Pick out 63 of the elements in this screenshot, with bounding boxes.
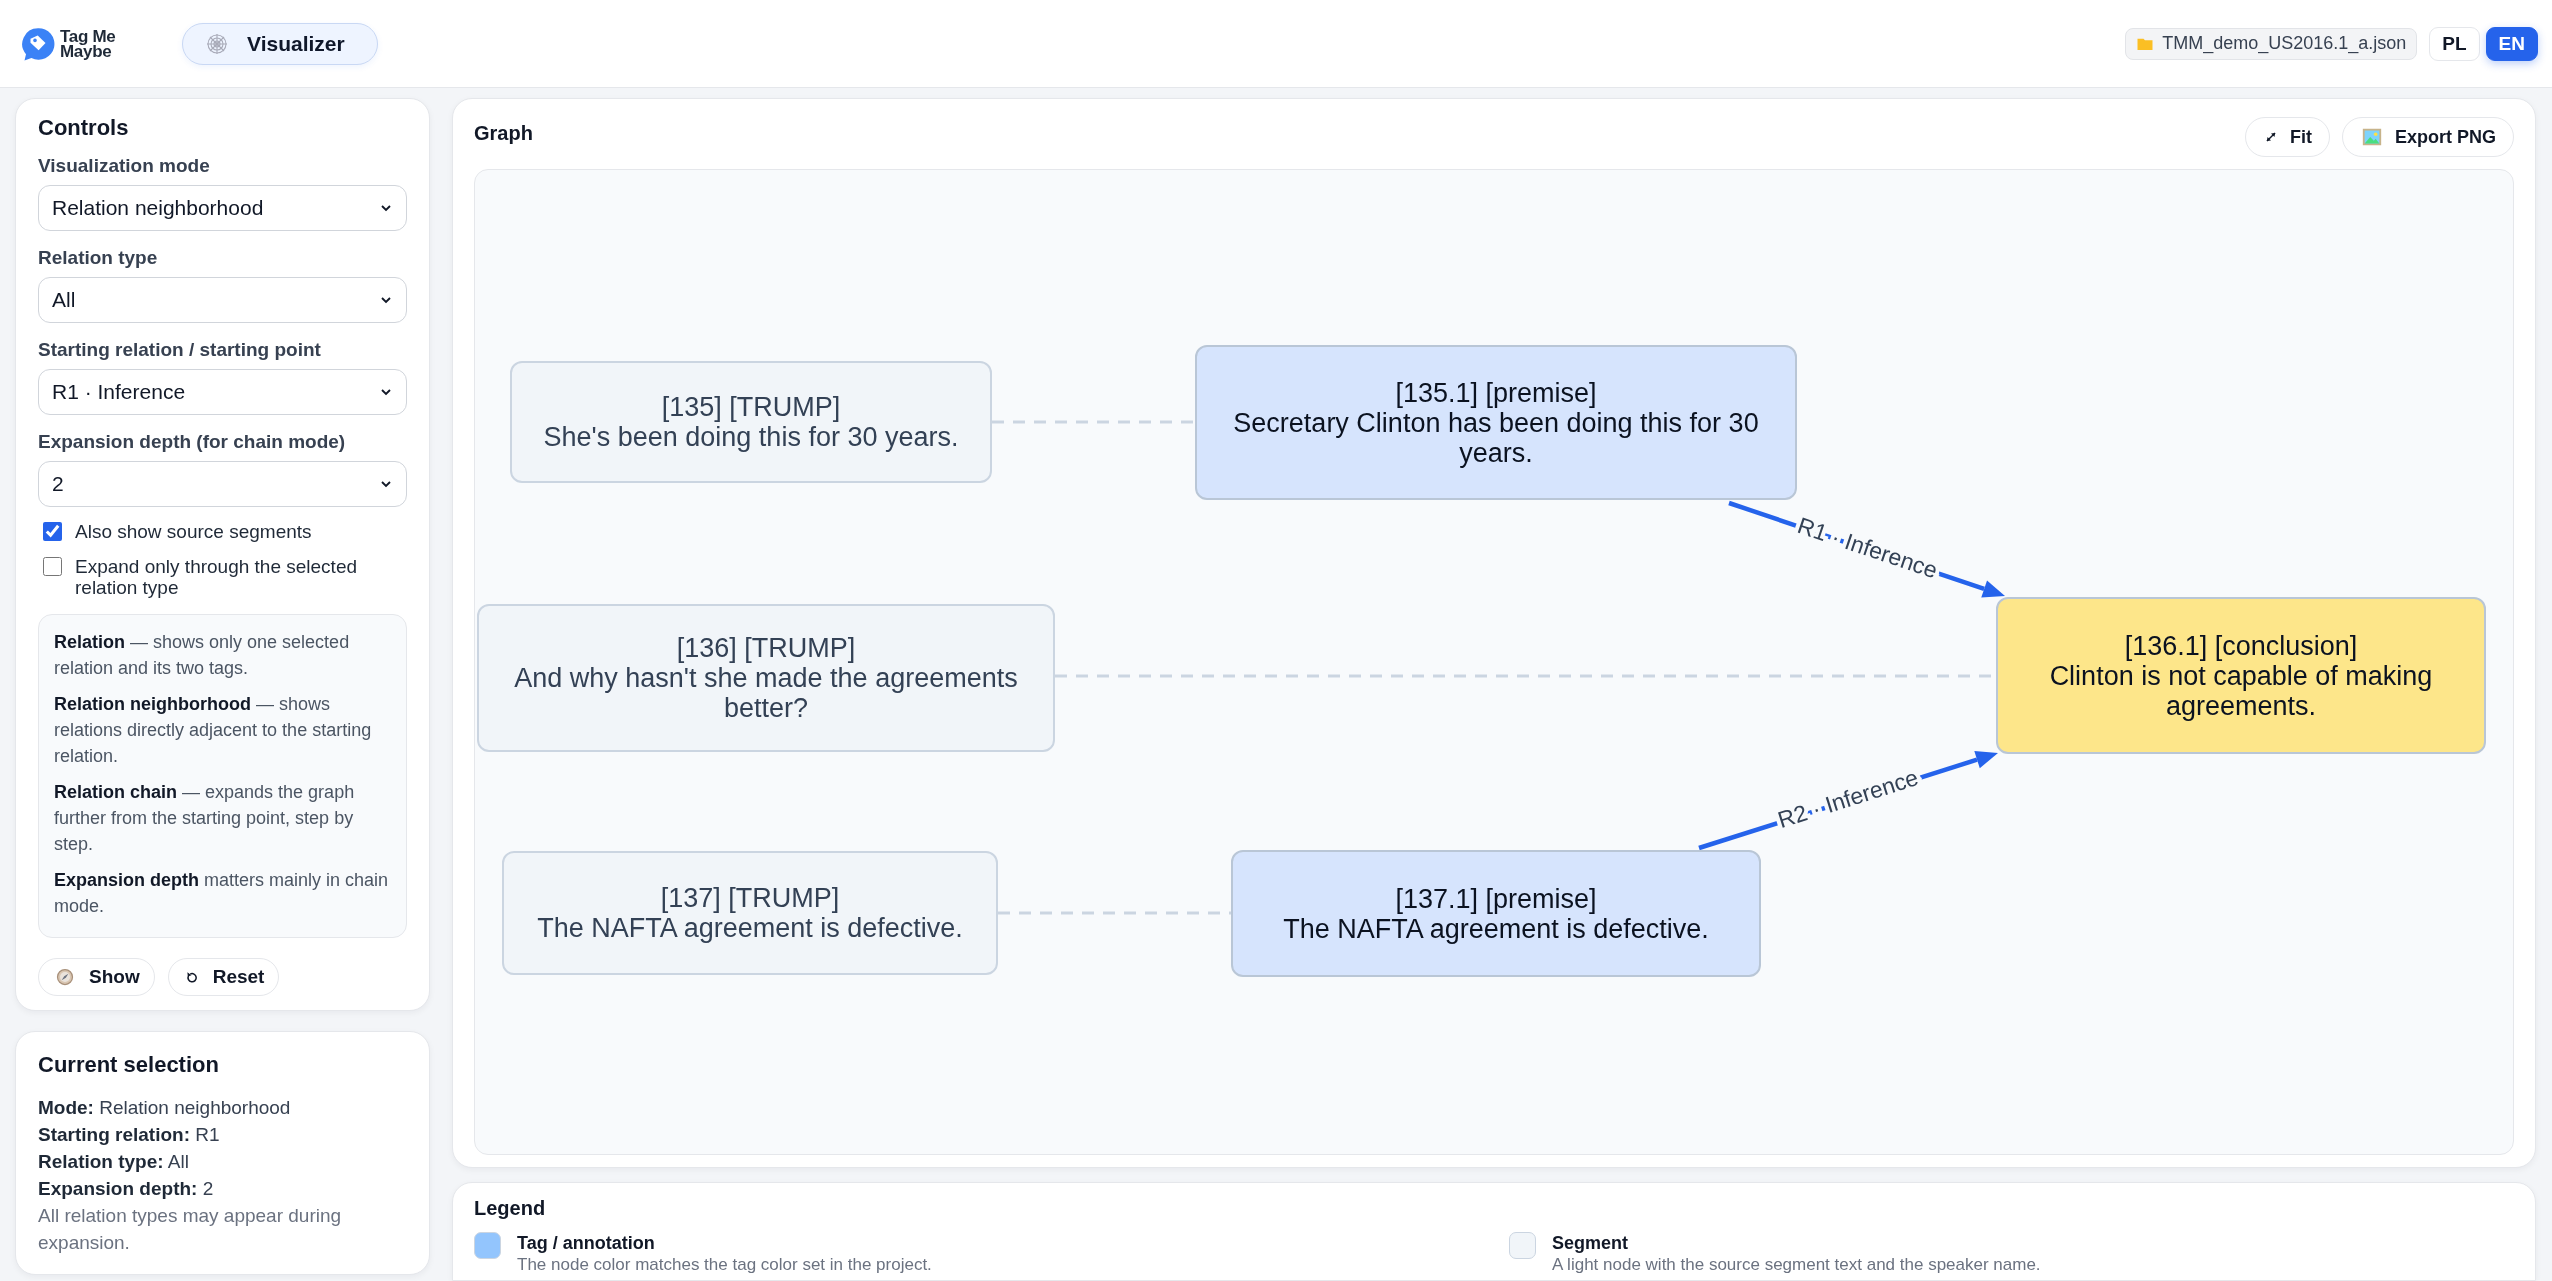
language-button[interactable]: EN <box>2485 26 2538 61</box>
field-label: Expansion depth (for chain mode) <box>38 431 347 453</box>
field-label: Visualization mode <box>38 155 211 177</box>
selection-detail: Mode: Relation neighborhood <box>38 1096 292 1120</box>
resize-arrows-icon <box>2264 130 2278 144</box>
help-text: Relation neighborhood — shows relations directly adjacent to the starting relation. <box>54 693 373 768</box>
node-text: The NAFTA agreement is defective. <box>537 913 963 943</box>
graph-node[interactable]: [136.1] [conclusion] Clinton is not capable of making agreements. <box>1996 597 2486 754</box>
checkbox[interactable] <box>43 557 62 576</box>
graph-node[interactable]: [137.1] [premise] The NAFTA agreement is defective. <box>1231 850 1761 977</box>
help-text: Relation chain — expands the graph further from the starting point, step by step. <box>54 781 356 856</box>
node-text: She's been doing this for 30 years. <box>543 422 959 452</box>
nav-tab[interactable]: Visualizer <box>182 22 378 65</box>
logo-text[interactable]: Tag Me Maybe <box>60 28 130 59</box>
picture-icon <box>2361 126 2383 148</box>
checkbox[interactable] <box>43 522 62 541</box>
field-label: Relation type <box>38 247 159 269</box>
node-heading: [135.1] [premise] <box>1395 377 1597 408</box>
spider-web-icon <box>205 31 229 56</box>
dropdown[interactable]: Relation neighborhood <box>38 185 407 231</box>
file-name: TMM_demo_US2016.1_a.json <box>2162 33 2407 54</box>
graph-node[interactable]: [135.1] [premise] Secretary Clinton has been doing this for 30 years. <box>1195 345 1797 500</box>
node-text: And why hasn't she made the agreements better? <box>513 663 1019 723</box>
dropdown[interactable]: All <box>38 277 407 323</box>
reload-icon <box>184 970 199 984</box>
selection-detail: Relation type: All <box>38 1150 190 1174</box>
checkbox-label: Also show source segments <box>75 521 312 542</box>
selection-detail: Expansion depth: 2 <box>38 1177 215 1201</box>
language-button[interactable]: PL <box>2429 26 2480 61</box>
panel-title: Graph <box>474 122 533 145</box>
panel-title: Legend <box>474 1197 547 1220</box>
selection-note: All relation types may appear during expansion. <box>38 1204 343 1255</box>
legend-description: The node color matches the tag color set in the project. <box>517 1254 933 1276</box>
show-button[interactable]: Show <box>38 958 155 996</box>
node-heading: [137] [TRUMP] <box>660 883 840 913</box>
panel-title: Current selection <box>38 1052 220 1078</box>
field-label: Starting relation / starting point <box>38 339 322 361</box>
graph-node[interactable]: [137] [TRUMP] The NAFTA agreement is defective. <box>502 851 998 975</box>
logo-icon[interactable] <box>20 25 56 62</box>
graph-node[interactable]: [136] [TRUMP] And why hasn't she made the agreements better? <box>477 604 1055 752</box>
legend-label: Tag / annotation <box>517 1232 656 1254</box>
node-heading: [135] [TRUMP] <box>661 392 841 422</box>
reset-button[interactable]: Reset <box>167 958 280 996</box>
help-text: Relation — shows only one selected relation and its two tags. <box>54 631 351 680</box>
checkbox-label: Expand only through the selected relation type <box>75 556 359 598</box>
panel-title: Controls <box>38 115 130 141</box>
compass-icon <box>55 967 75 987</box>
export-button[interactable]: Export PNG <box>2342 117 2514 157</box>
fit-button[interactable]: Fit <box>2245 117 2330 157</box>
edge-label: R2 · Inference <box>1774 764 1922 834</box>
selection-detail: Starting relation: R1 <box>38 1123 221 1147</box>
node-text: Clinton is not capable of making agreements. <box>2048 660 2434 721</box>
node-heading: [137.1] [premise] <box>1395 883 1597 914</box>
help-text: Expansion depth matters mainly in chain mode. <box>54 869 390 918</box>
dropdown[interactable]: R1 · Inference <box>38 369 407 415</box>
legend-description: A light node with the source segment text and the speaker name. <box>1552 1254 2042 1276</box>
node-heading: [136.1] [conclusion] <box>2124 630 2358 661</box>
dropdown[interactable]: 2 <box>38 461 407 507</box>
legend-label: Segment <box>1552 1232 1630 1254</box>
node-text: The NAFTA agreement is defective. <box>1283 913 1709 944</box>
graph-node[interactable]: [135] [TRUMP] She's been doing this for 30 years. <box>510 361 992 483</box>
node-text: Secretary Clinton has been doing this for 30 years. <box>1232 407 1760 468</box>
node-heading: [136] [TRUMP] <box>676 633 856 663</box>
